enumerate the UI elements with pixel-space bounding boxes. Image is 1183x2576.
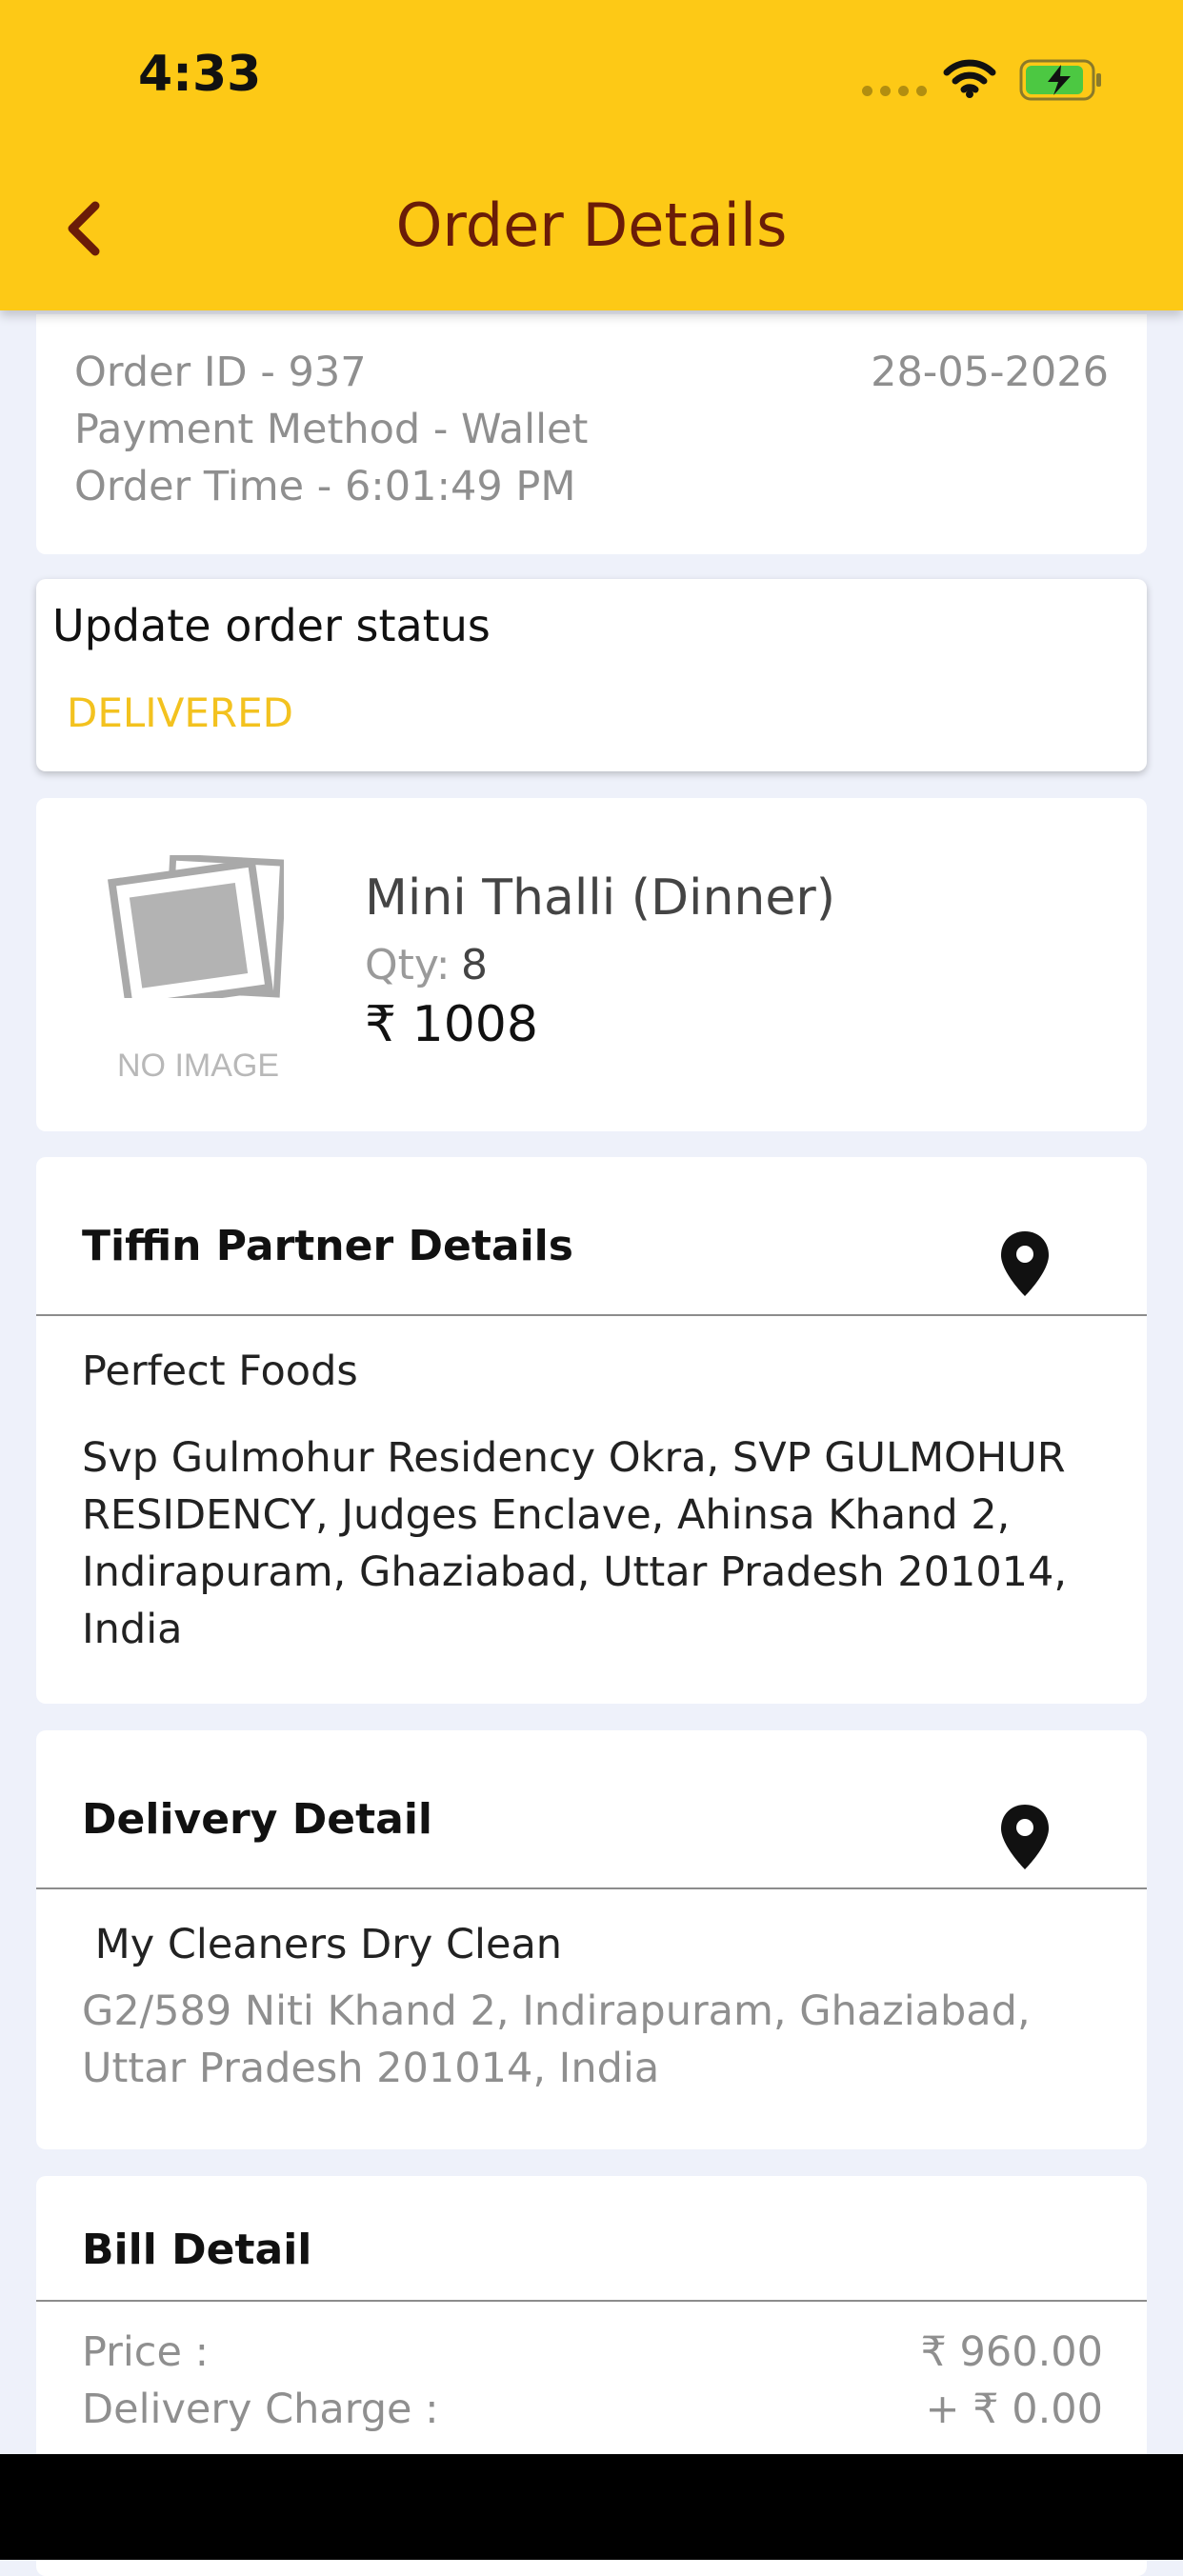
order-status-card[interactable]: Update order status DELIVERED: [36, 579, 1147, 771]
wifi-icon: [943, 59, 996, 98]
order-id: Order ID - 937: [74, 349, 367, 396]
status-title: Update order status: [52, 600, 491, 651]
partner-address: Svp Gulmohur Residency Okra, SVP GULMOHU…: [82, 1434, 1068, 1653]
payment-method: Payment Method - Wallet: [74, 406, 589, 453]
bill-label: Delivery Charge :: [82, 2386, 439, 2433]
order-time: Order Time - 6:01:49 PM: [74, 463, 576, 510]
app-header: 4:33 Order Details: [0, 0, 1183, 310]
status-value[interactable]: DELIVERED: [67, 689, 293, 736]
divider: [36, 1887, 1147, 1889]
no-image-label: NO IMAGE: [117, 1048, 280, 1084]
item-price: ₹ 1008: [365, 996, 538, 1053]
bottom-system-bar: [0, 2454, 1183, 2560]
status-time: 4:33: [138, 46, 262, 103]
bill-row-delivery-charge: Delivery Charge : + ₹ 0.00: [82, 2386, 1103, 2433]
bill-value: + ₹ 0.00: [925, 2386, 1103, 2433]
partner-name: Perfect Foods: [82, 1348, 358, 1395]
divider: [36, 2300, 1147, 2302]
bill-row-price: Price : ₹ 960.00: [82, 2328, 1103, 2376]
map-pin-icon[interactable]: [998, 1803, 1052, 1871]
qty-label: Qty:: [365, 941, 451, 989]
order-summary-card: Order ID - 937 28-05-2026 Payment Method…: [36, 314, 1147, 554]
bill-value: ₹ 960.00: [920, 2328, 1103, 2376]
no-image-placeholder-icon: [108, 855, 284, 998]
delivery-address: G2/589 Niti Khand 2, Indirapuram, Ghazia…: [82, 1987, 1031, 2092]
delivery-name: My Cleaners Dry Clean: [82, 1921, 563, 1968]
partner-heading: Tiffin Partner Details: [82, 1222, 573, 1270]
bill-heading: Bill Detail: [82, 2226, 312, 2274]
divider: [36, 1314, 1147, 1316]
order-date: 28-05-2026: [871, 349, 1109, 396]
delivery-detail-card: Delivery Detail My Cleaners Dry Clean G2…: [36, 1730, 1147, 2149]
map-pin-icon[interactable]: [998, 1229, 1052, 1298]
tiffin-partner-card: Tiffin Partner Details Perfect Foods Svp…: [36, 1157, 1147, 1704]
item-name: Mini Thalli (Dinner): [365, 869, 836, 927]
page-title: Order Details: [395, 190, 788, 260]
battery-charging-icon: [1019, 59, 1101, 101]
delivery-heading: Delivery Detail: [82, 1795, 433, 1844]
qty-value: 8: [461, 941, 488, 989]
cellular-signal-icon: [862, 86, 927, 96]
order-item-card: NO IMAGE Mini Thalli (Dinner) Qty: 8 ₹ 1…: [36, 798, 1147, 1131]
bill-label: Price :: [82, 2328, 210, 2376]
